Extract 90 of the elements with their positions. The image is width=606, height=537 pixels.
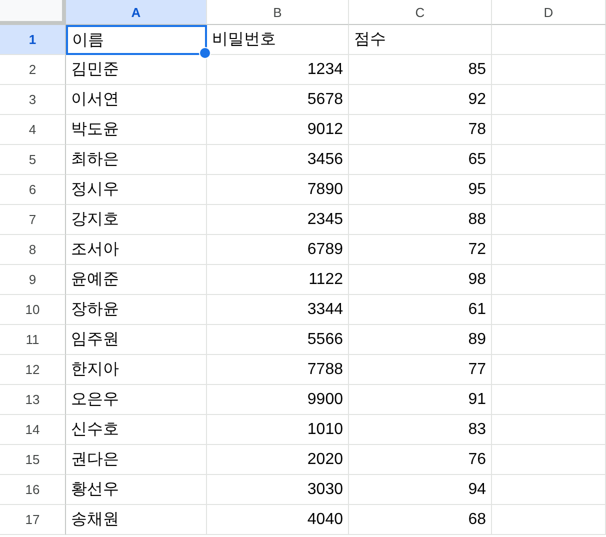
table-cell[interactable]: 비밀번호 (207, 25, 349, 55)
table-cell[interactable]: 76 (349, 445, 492, 475)
table-cell[interactable]: 1010 (207, 415, 349, 445)
table-cell[interactable]: 한지아 (66, 355, 207, 385)
table-cell[interactable]: 7890 (207, 175, 349, 205)
table-cell[interactable]: 6789 (207, 235, 349, 265)
table-cell[interactable]: 조서아 (66, 235, 207, 265)
table-cell[interactable]: 윤예준 (66, 265, 207, 295)
row-header[interactable]: 17 (0, 505, 66, 535)
empty-cell[interactable] (492, 85, 606, 115)
row-header[interactable]: 8 (0, 235, 66, 265)
table-cell[interactable]: 5566 (207, 325, 349, 355)
table-cell[interactable]: 신수호 (66, 415, 207, 445)
table-cell[interactable]: 권다은 (66, 445, 207, 475)
empty-cell[interactable] (492, 145, 606, 175)
empty-cell[interactable] (492, 25, 606, 55)
row-header[interactable]: 16 (0, 475, 66, 505)
empty-cell[interactable] (492, 325, 606, 355)
table-cell[interactable]: 3456 (207, 145, 349, 175)
table-cell[interactable]: 94 (349, 475, 492, 505)
table-cell[interactable]: 이서연 (66, 85, 207, 115)
table-cell[interactable]: 61 (349, 295, 492, 325)
table-cell[interactable]: 9012 (207, 115, 349, 145)
table-cell[interactable]: 최하은 (66, 145, 207, 175)
table-cell[interactable]: 7788 (207, 355, 349, 385)
row-header[interactable]: 14 (0, 415, 66, 445)
row-header[interactable]: 13 (0, 385, 66, 415)
empty-cell[interactable] (492, 115, 606, 145)
column-header[interactable]: B (207, 0, 349, 25)
table-cell[interactable]: 3030 (207, 475, 349, 505)
empty-cell[interactable] (492, 385, 606, 415)
table-cell[interactable]: 91 (349, 385, 492, 415)
corner-header[interactable] (0, 0, 66, 25)
table-cell[interactable]: 3344 (207, 295, 349, 325)
table-cell[interactable]: 송채원 (66, 505, 207, 535)
row-header[interactable]: 15 (0, 445, 66, 475)
column-header[interactable]: D (492, 0, 606, 25)
table-cell[interactable]: 72 (349, 235, 492, 265)
row-header[interactable]: 7 (0, 205, 66, 235)
row-header[interactable]: 5 (0, 145, 66, 175)
empty-cell[interactable] (492, 55, 606, 85)
empty-cell[interactable] (492, 505, 606, 535)
table-cell[interactable]: 85 (349, 55, 492, 85)
table-cell[interactable]: 강지호 (66, 205, 207, 235)
table-cell[interactable]: 88 (349, 205, 492, 235)
table-cell[interactable]: 오은우 (66, 385, 207, 415)
row-header[interactable]: 3 (0, 85, 66, 115)
empty-cell[interactable] (492, 415, 606, 445)
table-cell[interactable]: 임주원 (66, 325, 207, 355)
fill-handle[interactable] (199, 47, 211, 59)
empty-cell[interactable] (492, 445, 606, 475)
table-cell[interactable]: 1122 (207, 265, 349, 295)
table-cell[interactable]: 68 (349, 505, 492, 535)
table-cell[interactable]: 2020 (207, 445, 349, 475)
row-header[interactable]: 1 (0, 25, 66, 55)
table-cell[interactable]: 83 (349, 415, 492, 445)
table-cell[interactable]: 89 (349, 325, 492, 355)
table-cell[interactable]: 점수 (349, 25, 492, 55)
empty-cell[interactable] (492, 475, 606, 505)
row-header[interactable]: 12 (0, 355, 66, 385)
table-cell[interactable]: 2345 (207, 205, 349, 235)
table-cell[interactable]: 95 (349, 175, 492, 205)
row-header[interactable]: 6 (0, 175, 66, 205)
empty-cell[interactable] (492, 175, 606, 205)
table-cell[interactable]: 9900 (207, 385, 349, 415)
column-header[interactable]: C (349, 0, 492, 25)
table-cell[interactable]: 박도윤 (66, 115, 207, 145)
table-cell[interactable]: 92 (349, 85, 492, 115)
empty-cell[interactable] (492, 235, 606, 265)
table-cell[interactable]: 장하윤 (66, 295, 207, 325)
table-cell[interactable]: 황선우 (66, 475, 207, 505)
table-cell[interactable]: 김민준 (66, 55, 207, 85)
row-header[interactable]: 4 (0, 115, 66, 145)
empty-cell[interactable] (492, 265, 606, 295)
table-cell[interactable]: 98 (349, 265, 492, 295)
empty-cell[interactable] (492, 205, 606, 235)
column-header[interactable]: A (66, 0, 207, 25)
table-cell[interactable]: 5678 (207, 85, 349, 115)
table-cell[interactable]: 정시우 (66, 175, 207, 205)
row-header[interactable]: 9 (0, 265, 66, 295)
table-cell[interactable]: 1234 (207, 55, 349, 85)
row-header[interactable]: 11 (0, 325, 66, 355)
empty-cell[interactable] (492, 355, 606, 385)
table-cell[interactable]: 77 (349, 355, 492, 385)
empty-cell[interactable] (492, 295, 606, 325)
row-header[interactable]: 2 (0, 55, 66, 85)
table-cell[interactable]: 65 (349, 145, 492, 175)
table-cell[interactable]: 78 (349, 115, 492, 145)
row-header[interactable]: 10 (0, 295, 66, 325)
table-cell[interactable]: 4040 (207, 505, 349, 535)
